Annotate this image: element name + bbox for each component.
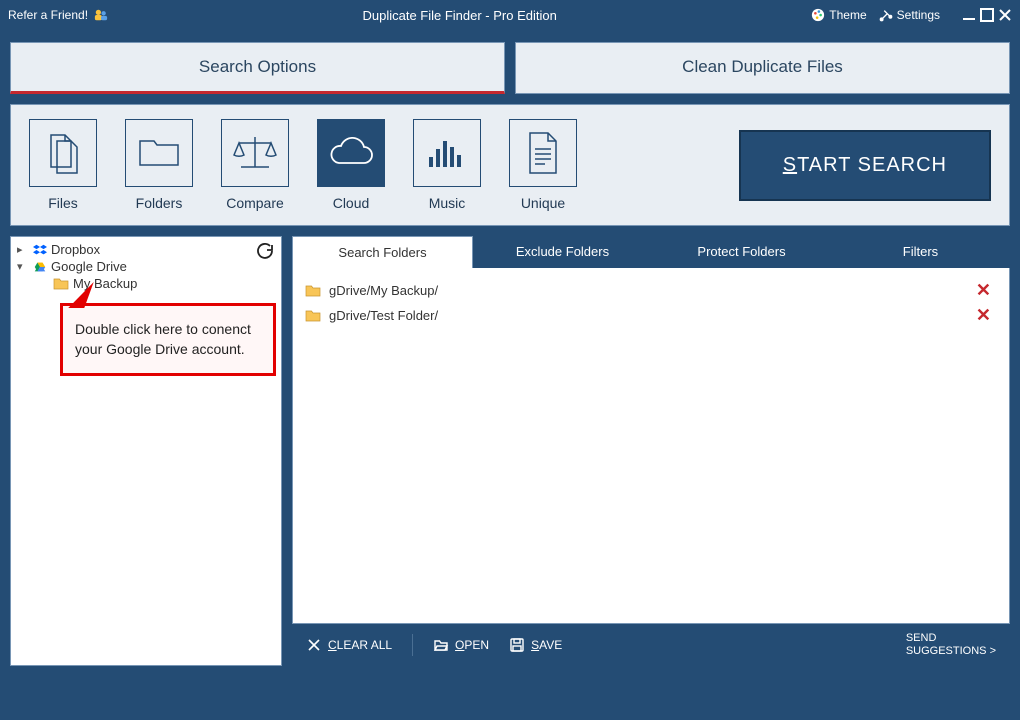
send-suggestions-link[interactable]: SEND SUGGESTIONS > [906,632,996,658]
category-unique-label: Unique [521,195,565,211]
main-panel: Search Folders Exclude Folders Protect F… [292,236,1010,666]
category-compare[interactable]: Compare [221,119,289,211]
folder-small-icon [305,284,321,298]
settings-button[interactable]: Settings [879,8,940,22]
tree-item-my-backup[interactable]: My Backup [17,275,275,292]
subtab-filters[interactable]: Filters [831,236,1010,268]
category-compare-label: Compare [226,195,284,211]
separator [412,634,413,656]
people-icon [94,8,108,22]
theme-label: Theme [829,8,866,22]
bottom-toolbar: CLEAR ALL OPEN SAVE SEND SUGGESTIONS > [292,624,1010,666]
scale-icon [231,133,279,173]
refer-friend-label: Refer a Friend! [8,8,88,22]
palette-icon [811,8,825,22]
folder-path: gDrive/My Backup/ [329,283,438,298]
close-icon[interactable] [998,8,1012,22]
hint-callout-text: Double click here to conenct your Google… [75,321,251,357]
dropbox-icon [33,243,47,257]
folder-small-icon [305,309,321,323]
window-controls [962,8,1012,22]
category-music[interactable]: Music [413,119,481,211]
category-music-label: Music [429,195,466,211]
list-item[interactable]: gDrive/Test Folder/ ✕ [305,303,997,328]
clear-icon [306,637,322,653]
theme-button[interactable]: Theme [811,8,866,22]
settings-label: Settings [897,8,940,22]
titlebar-right: Theme Settings [811,8,1012,22]
folder-icon [137,135,181,171]
minimize-icon[interactable] [962,8,976,22]
clear-all-button[interactable]: CLEAR ALL [306,637,392,653]
gdrive-icon [33,260,47,274]
save-icon [509,637,525,653]
subtab-search-folders[interactable]: Search Folders [292,236,473,268]
window-title: Duplicate File Finder - Pro Edition [108,8,811,23]
category-files-label: Files [48,195,78,211]
category-cloud-label: Cloud [333,195,370,211]
category-unique[interactable]: Unique [509,119,577,211]
tree-item-gdrive-label: Google Drive [51,259,127,274]
open-button[interactable]: OPEN [433,637,489,653]
hint-callout: Double click here to conenct your Google… [60,303,276,376]
category-files[interactable]: Files [29,119,97,211]
category-folders[interactable]: Folders [125,119,193,211]
titlebar: Refer a Friend! Duplicate File Finder - … [0,0,1020,30]
cloud-sources-sidebar: ▸ Dropbox ▾ Google Drive My Backup [10,236,282,666]
chevron-right-icon[interactable]: ▸ [17,243,29,256]
save-button[interactable]: SAVE [509,637,562,653]
refresh-icon[interactable] [257,243,273,259]
subtab-exclude-folders[interactable]: Exclude Folders [473,236,652,268]
subtab-protect-folders[interactable]: Protect Folders [652,236,831,268]
tree-item-gdrive[interactable]: ▾ Google Drive [17,258,275,275]
chevron-down-icon[interactable]: ▾ [17,260,29,273]
open-folder-icon [433,637,449,653]
equalizer-icon [427,135,467,171]
category-cloud[interactable]: Cloud [317,119,385,211]
folder-path: gDrive/Test Folder/ [329,308,438,323]
category-folders-label: Folders [136,195,183,211]
remove-folder-button[interactable]: ✕ [970,305,997,326]
ribbon-tabs: Search Options Clean Duplicate Files [0,30,1020,94]
document-icon [526,131,560,175]
maximize-icon[interactable] [980,8,994,22]
tree-item-dropbox-label: Dropbox [51,242,100,257]
tab-clean-duplicates[interactable]: Clean Duplicate Files [515,42,1010,94]
category-strip: Files Folders Compare Cloud Music Unique… [10,104,1010,226]
body-area: ▸ Dropbox ▾ Google Drive My Backup Searc… [0,236,1020,676]
start-search-button[interactable]: START SEARCH [739,130,991,201]
tree-item-dropbox[interactable]: ▸ Dropbox [17,241,275,258]
list-item[interactable]: gDrive/My Backup/ ✕ [305,278,997,303]
remove-folder-button[interactable]: ✕ [970,280,997,301]
tools-icon [879,8,893,22]
folder-subtabs: Search Folders Exclude Folders Protect F… [292,236,1010,268]
folder-small-icon [53,277,69,291]
cloud-tree: ▸ Dropbox ▾ Google Drive My Backup [11,237,281,296]
files-icon [43,131,83,175]
cloud-icon [327,137,375,169]
refer-friend-link[interactable]: Refer a Friend! [8,8,108,22]
search-folders-list: gDrive/My Backup/ ✕ gDrive/Test Folder/ … [292,268,1010,624]
tab-search-options[interactable]: Search Options [10,42,505,94]
